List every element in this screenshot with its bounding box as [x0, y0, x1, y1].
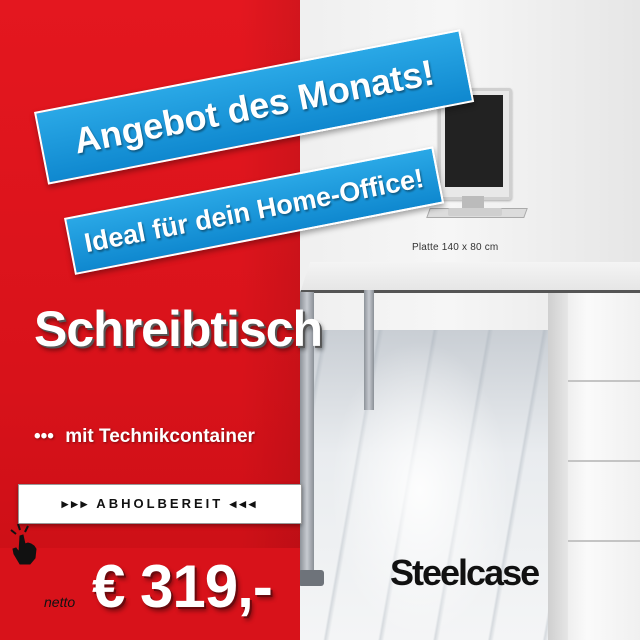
monitor-base: [448, 208, 502, 216]
floor-reflection: [330, 340, 510, 640]
product-title: Schreibtisch: [34, 301, 323, 357]
desk-leg-back: [364, 290, 374, 410]
desk-foot: [298, 570, 324, 586]
feature-bullets: •••: [34, 426, 54, 447]
size-caption: Platte 140 x 80 cm: [412, 242, 499, 253]
price-prefix: netto: [44, 594, 76, 610]
pickup-text: ▸▸▸ ABHOLBEREIT ◂◂◂: [61, 496, 259, 511]
feature-line: ••• mit Technikcontainer: [34, 426, 255, 448]
container-divider: [568, 540, 640, 542]
monitor-screen: [445, 95, 503, 187]
hand-pointer-icon: [10, 523, 37, 565]
price: € 319,-: [92, 553, 273, 620]
container-divider: [568, 460, 640, 462]
tech-container-side: [548, 292, 568, 640]
feature-text: mit Technikcontainer: [65, 426, 255, 447]
container-divider: [568, 380, 640, 382]
pickup-badge: ▸▸▸ ABHOLBEREIT ◂◂◂: [18, 484, 302, 524]
desk-top: [300, 262, 640, 293]
brand-logo: Steelcase: [390, 552, 540, 593]
